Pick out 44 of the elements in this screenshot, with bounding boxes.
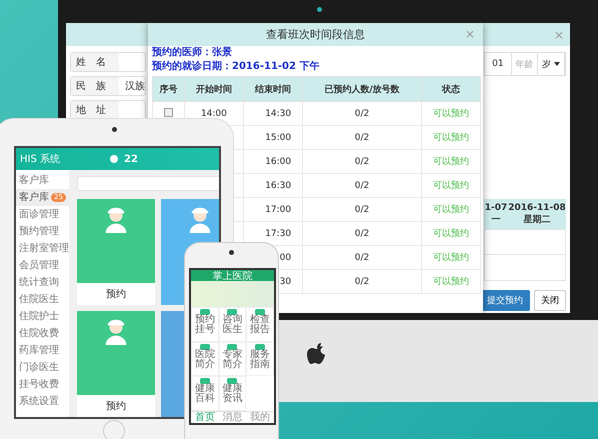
- table-cell: 0/2: [354, 108, 370, 118]
- table-cell: 30: [280, 276, 292, 286]
- schedule-date: 1-07: [484, 202, 508, 212]
- table-cell: 17:30: [265, 228, 292, 238]
- table-cell: 0/2: [354, 228, 370, 238]
- table-cell: 0/2: [354, 276, 370, 286]
- table-cell: 0/2: [354, 156, 370, 166]
- column-header: 状态: [421, 76, 480, 102]
- column-header: 开始时间: [184, 76, 244, 102]
- table-cell: 0/2: [354, 180, 370, 190]
- app-title: 掌上医院: [212, 270, 252, 282]
- table-cell: 14:00: [200, 108, 227, 118]
- field-label: 姓 名: [71, 53, 119, 71]
- doctor-info: 预约的医师：张景: [150, 46, 233, 60]
- field-label: 地 址: [71, 101, 119, 119]
- column-header: 结束时间: [243, 76, 303, 102]
- table-cell: 16:30: [265, 180, 292, 190]
- status-text: 可以预约: [432, 181, 469, 191]
- field-value: 汉族: [124, 80, 145, 93]
- field-label: 民 族: [71, 77, 119, 95]
- status-text: 可以预约: [432, 229, 469, 239]
- status-text: 可以预约: [432, 157, 469, 167]
- status-text: 可以预约: [432, 133, 469, 143]
- schedule-weekday: 一: [492, 214, 500, 226]
- status-text: 可以预约: [432, 253, 469, 263]
- status-text: 可以预约: [432, 277, 469, 287]
- schedule-weekday: 星期二: [524, 214, 550, 226]
- table-cell: 00: [280, 252, 292, 262]
- table-cell: 0/2: [354, 204, 370, 214]
- schedule-date: 2016-11-08: [508, 202, 566, 212]
- temperature: 22: [124, 154, 138, 164]
- app-logo: HIS 系统: [20, 152, 61, 166]
- table-cell: 0/2: [354, 252, 370, 262]
- column-header: 序号: [152, 76, 184, 102]
- status-text: 可以预约: [432, 109, 469, 119]
- modal-title: 查看班次时间段信息: [266, 27, 365, 42]
- status-text: 可以预约: [432, 205, 469, 215]
- table-cell: 14:30: [265, 108, 292, 118]
- table-cell: 17:00: [265, 204, 292, 214]
- column-header: 已预约人数/放号数: [302, 76, 422, 102]
- table-cell: 15:00: [265, 132, 292, 142]
- table-cell: 16:00: [265, 156, 292, 166]
- table-cell: 0/2: [354, 132, 370, 142]
- date-info: 预约的就诊日期：2016-11-02 下午: [150, 60, 320, 74]
